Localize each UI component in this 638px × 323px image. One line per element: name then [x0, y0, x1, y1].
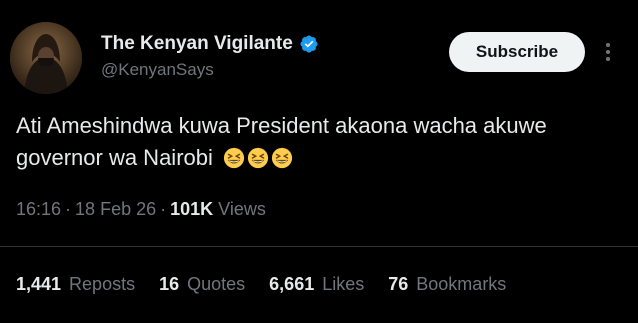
- more-vertical-icon[interactable]: [602, 40, 614, 64]
- tweet-meta: 16:16 · 18 Feb 26 · 101K Views: [16, 199, 266, 220]
- subscribe-button[interactable]: Subscribe: [449, 32, 585, 72]
- views-label: Views: [218, 199, 266, 219]
- meta-separator: ·: [160, 199, 167, 219]
- emoji-group: [223, 147, 293, 169]
- bookmarks-stat[interactable]: 76 Bookmarks: [388, 274, 506, 295]
- stat-count: 76: [388, 274, 409, 294]
- author-name-row[interactable]: The Kenyan Vigilante: [101, 33, 319, 55]
- stat-count: 6,661: [269, 274, 315, 294]
- stat-label: Bookmarks: [416, 274, 507, 294]
- divider: [0, 246, 638, 247]
- tweet-date[interactable]: 18 Feb 26: [75, 199, 156, 219]
- avatar[interactable]: [10, 22, 82, 94]
- quotes-stat[interactable]: 16 Quotes: [159, 274, 245, 295]
- stat-label: Quotes: [187, 274, 246, 294]
- engagement-stats: 1,441 Reposts 16 Quotes 6,661 Likes 76 Bookm…: [16, 274, 506, 295]
- stat-count: 1,441: [16, 274, 62, 294]
- views-count: 101K: [170, 199, 214, 219]
- stat-label: Reposts: [69, 274, 136, 294]
- tweet-time[interactable]: 16:16: [16, 199, 61, 219]
- author-handle[interactable]: @KenyanSays: [101, 60, 214, 80]
- grinning-squinting-face-icon: [223, 147, 245, 169]
- grinning-squinting-face-icon: [271, 147, 293, 169]
- author-display-name[interactable]: The Kenyan Vigilante: [101, 33, 293, 55]
- grinning-squinting-face-icon: [247, 147, 269, 169]
- stat-count: 16: [159, 274, 180, 294]
- meta-separator: ·: [65, 199, 72, 219]
- hooded-figure-avatar-image: [10, 22, 82, 94]
- verified-badge-icon[interactable]: [299, 34, 319, 54]
- stat-label: Likes: [322, 274, 365, 294]
- likes-stat[interactable]: 6,661 Likes: [269, 274, 364, 295]
- reposts-stat[interactable]: 1,441 Reposts: [16, 274, 135, 295]
- tweet-body: Ati Ameshindwa kuwa President akaona wac…: [16, 110, 628, 174]
